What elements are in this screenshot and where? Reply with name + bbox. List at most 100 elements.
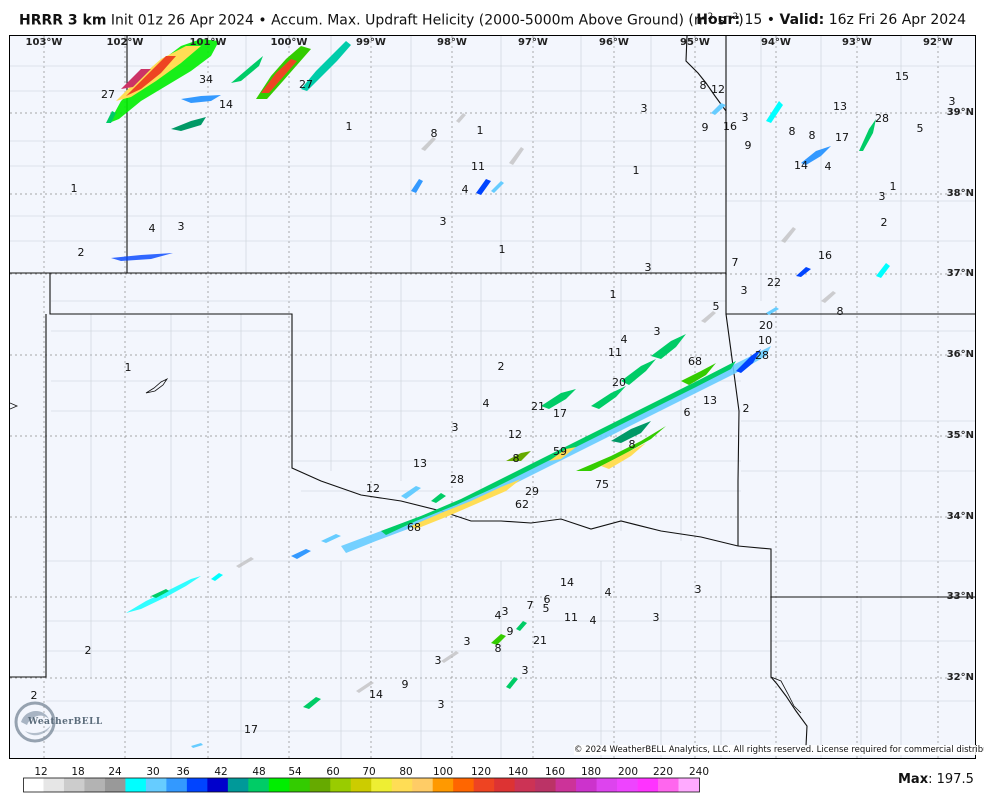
model-name: HRRR 3 km xyxy=(19,12,107,29)
max-label: Max xyxy=(898,772,929,787)
colorbar-swatch xyxy=(514,778,536,792)
colorbar-swatch xyxy=(330,778,352,792)
colorbar-swatch xyxy=(248,778,270,792)
colorbar-swatch xyxy=(186,778,208,792)
colorbar-swatch xyxy=(23,778,44,792)
init-time: Init 01z 26 Apr 2024 xyxy=(110,12,254,29)
colorbar-tick-label: 18 xyxy=(71,766,84,778)
colorbar-swatch xyxy=(125,778,147,792)
colorbar-swatch xyxy=(473,778,495,792)
helicity-value-label: 3 xyxy=(438,698,445,711)
helicity-value-label: 29 xyxy=(525,485,539,498)
helicity-value-label: 4 xyxy=(495,609,502,622)
colorbar-swatch xyxy=(555,778,577,792)
helicity-value-label: 5 xyxy=(713,300,720,313)
helicity-value-label: 12 xyxy=(508,428,522,441)
helicity-value-label: 4 xyxy=(462,183,469,196)
colorbar-tick-label: 240 xyxy=(689,766,709,778)
colorbar-swatch xyxy=(596,778,618,792)
lon-label: 100°W xyxy=(271,37,308,48)
helicity-value-label: 1 xyxy=(71,182,78,195)
helicity-value-label: 2 xyxy=(743,402,750,415)
colorbar-swatch xyxy=(350,778,372,792)
helicity-value-label: 59 xyxy=(553,445,567,458)
helicity-value-label: 3 xyxy=(741,284,748,297)
helicity-value-label: 3 xyxy=(653,611,660,624)
helicity-value-label: 6 xyxy=(684,406,691,419)
lat-label: 37°N xyxy=(947,268,974,279)
colorbar-swatch xyxy=(453,778,475,792)
map-panel[interactable]: 103°W 102°W 101°W 100°W 99°W 98°W 97°W 96°W 95°W… xyxy=(9,35,976,759)
helicity-value-label: 1 xyxy=(633,164,640,177)
helicity-value-label: 4 xyxy=(605,586,612,599)
helicity-value-label: 68 xyxy=(407,521,421,534)
helicity-value-label: 1 xyxy=(610,288,617,301)
colorbar-swatch xyxy=(104,778,126,792)
helicity-value-label: 3 xyxy=(522,664,529,677)
colorbar-tick-label: 30 xyxy=(146,766,159,778)
helicity-value-label: 4 xyxy=(590,614,597,627)
helicity-value-label: 13 xyxy=(413,457,427,470)
helicity-value-label: 1 xyxy=(477,124,484,137)
lon-label: 96°W xyxy=(599,37,629,48)
lon-label: 97°W xyxy=(518,37,548,48)
helicity-value-label: 14 xyxy=(219,98,233,111)
separator: • xyxy=(766,12,776,28)
colorbar-swatch xyxy=(84,778,106,792)
helicity-value-label: 11 xyxy=(564,611,578,624)
helicity-value-label: 13 xyxy=(833,100,847,113)
helicity-value-label: 8 xyxy=(789,125,796,138)
helicity-value-label: 3 xyxy=(178,220,185,233)
colorbar-swatch xyxy=(43,778,65,792)
colorbar-swatch xyxy=(658,778,679,792)
colorbar-tick-label: 220 xyxy=(653,766,673,778)
helicity-value-label: 3 xyxy=(440,215,447,228)
colorbar-swatch xyxy=(432,778,454,792)
helicity-value-label: 21 xyxy=(531,400,545,413)
colorbar-tick-label: 160 xyxy=(545,766,565,778)
lat-label: 33°N xyxy=(947,591,974,602)
colorbar-tick-label: 120 xyxy=(471,766,491,778)
colorbar-tick-label: 36 xyxy=(176,766,190,778)
map-canvas[interactable]: 103°W 102°W 101°W 100°W 99°W 98°W 97°W 96°W 95°W… xyxy=(10,36,976,759)
colorbar-swatch xyxy=(678,778,700,792)
colorbar-swatch xyxy=(289,778,311,792)
lat-label: 32°N xyxy=(947,672,974,683)
max-value: 197.5 xyxy=(936,772,974,787)
helicity-value-label: 15 xyxy=(895,70,909,83)
helicity-value-label: 10 xyxy=(758,334,772,347)
helicity-value-label: 13 xyxy=(703,394,717,407)
helicity-value-label: 9 xyxy=(402,678,409,691)
colorbar-tick-label: 80 xyxy=(399,766,412,778)
helicity-value-label: 16 xyxy=(818,249,832,262)
helicity-value-label: 12 xyxy=(711,83,725,96)
lon-label: 103°W xyxy=(26,37,63,48)
helicity-value-label: 3 xyxy=(742,111,749,124)
colorbar-tick-label: 180 xyxy=(581,766,601,778)
helicity-value-label: 12 xyxy=(366,482,380,495)
lon-label: 92°W xyxy=(923,37,953,48)
helicity-value-label: 17 xyxy=(553,407,567,420)
colorbar-swatch xyxy=(268,778,290,792)
hour-label: Hour: xyxy=(696,12,741,28)
colorbar-swatch xyxy=(207,778,229,792)
helicity-value-label: 8 xyxy=(431,127,438,140)
lat-label: 39°N xyxy=(947,107,974,118)
colorbar-tick-label: 12 xyxy=(34,766,47,778)
lat-label: 35°N xyxy=(947,430,974,441)
colorbar-swatches xyxy=(23,777,700,793)
valid-info: Hour: 15 • Valid: 16z Fri 26 Apr 2024 xyxy=(696,12,966,28)
colorbar-tick-label: 48 xyxy=(252,766,265,778)
helicity-value-label: 3 xyxy=(879,190,886,203)
colorbar-swatch xyxy=(535,778,556,792)
helicity-value-label: 8 xyxy=(629,438,636,451)
helicity-value-label: 62 xyxy=(515,498,529,511)
helicity-value-label: 3 xyxy=(641,102,648,115)
helicity-value-label: 28 xyxy=(875,112,889,125)
helicity-value-label: 1 xyxy=(125,361,132,374)
helicity-value-label: 2 xyxy=(498,360,505,373)
lon-label: 94°W xyxy=(761,37,791,48)
field-name: Accum. Max. Updraft Helicity (2000-5000m… xyxy=(271,12,708,29)
helicity-value-label: 34 xyxy=(199,73,213,86)
colorbar-swatch xyxy=(617,778,638,792)
